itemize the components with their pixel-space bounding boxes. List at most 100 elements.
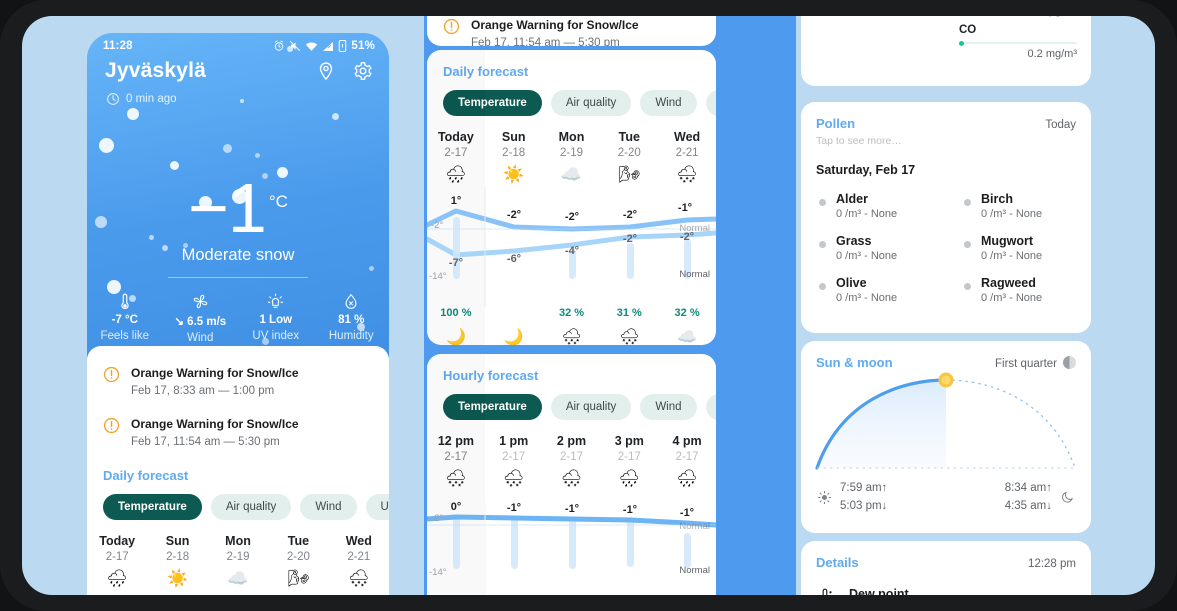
- metric-label: Humidity: [328, 330, 374, 342]
- hour-column[interactable]: 1 pm 2-17: [485, 434, 543, 463]
- pollen-item: Grass 0 /m³ - None: [801, 227, 946, 269]
- dew-point-icon: [822, 588, 832, 595]
- tab-temperature[interactable]: Temperature: [103, 494, 202, 520]
- day-column[interactable]: Wed 2-21: [329, 534, 389, 563]
- warning-item[interactable]: Orange Warning for Snow/Ice Feb 17, 8:33…: [87, 360, 389, 411]
- day-date: 2-20: [617, 147, 641, 159]
- day-column[interactable]: Tue 2-20: [268, 534, 328, 563]
- weather-home-screen: 11:28 51% Jyväskylä 0 min ago −1 °C Mode…: [87, 33, 389, 595]
- temperature-unit: °C: [268, 192, 288, 211]
- sunset-time: 5:03 pm↓: [840, 499, 888, 512]
- pollen-item: Olive 0 /m³ - None: [801, 269, 946, 311]
- daily-low-value: -4°: [564, 245, 580, 257]
- pollen-grid: Alder 0 /m³ - None Birch 0 /m³ - None Gras…: [801, 177, 1091, 311]
- tab-uv-index[interactable]: UV index: [705, 90, 716, 116]
- pollen-range: Today: [1045, 119, 1076, 131]
- warning-title: Orange Warning for Snow/Ice: [131, 366, 299, 380]
- gear-icon[interactable]: [353, 61, 373, 81]
- day-name: Mon: [225, 534, 251, 548]
- clock-icon: [107, 93, 119, 105]
- pollutant-value: 0.7 µg/m³: [959, 16, 1077, 17]
- pollen-level-dot: [819, 241, 826, 248]
- sunrise-time: 7:59 am↑: [840, 482, 888, 494]
- tab-wind[interactable]: Wind: [640, 90, 697, 116]
- daily-high-value: -2°: [564, 211, 580, 223]
- cloudy-icon: ☁️: [227, 569, 249, 588]
- day-column[interactable]: Mon 2-19: [543, 130, 601, 159]
- hour-column[interactable]: 2 pm 2-17: [543, 434, 601, 463]
- tab-uv-index[interactable]: UV index: [365, 494, 389, 520]
- metric-value: -7 °C: [111, 314, 138, 326]
- daily-weather-icons: 🌧 ☀️ ☁️ 🌬 🌨: [87, 563, 389, 589]
- day-column[interactable]: Sun 2-18: [485, 130, 543, 159]
- hour-date: 2-17: [617, 451, 641, 463]
- pollen-name: Alder: [836, 192, 868, 206]
- metric-label: Wind: [187, 332, 214, 344]
- screen: 11:28 51% Jyväskylä 0 min ago −1 °C Mode…: [22, 16, 1155, 595]
- signal-icon: [323, 41, 334, 51]
- daily-high-value: -2°: [506, 209, 522, 221]
- axis-top-label: -2°: [431, 220, 444, 231]
- day-name: Sun: [165, 534, 190, 548]
- warning-title: Orange Warning for Snow/Ice: [471, 18, 639, 32]
- tab-wind[interactable]: Wind: [300, 494, 357, 520]
- warning-card: Orange Warning for Snow/Ice Feb 17, 11:5…: [427, 16, 716, 46]
- tab-air-quality[interactable]: Air quality: [210, 494, 292, 520]
- pollen-level-dot: [819, 283, 826, 290]
- sun-moon-times: 7:59 am↑ 5:03 pm↓ 8:34 am↑ 4:35 am↓: [801, 480, 1091, 516]
- day-column[interactable]: Today 2-17: [87, 534, 147, 563]
- snow-icon: 🌨: [502, 469, 525, 488]
- air-quality-card[interactable]: Fair 🟡 🟠 µg SO₂ 0.7 µg/m³ CO 0.2: [801, 16, 1091, 86]
- details-card[interactable]: Details 12:28 pm Dew point -3 °C: [801, 541, 1091, 595]
- hour-name: 2 pm: [556, 434, 587, 448]
- day-column[interactable]: Tue 2-20: [600, 130, 658, 159]
- daily-temperature-chart: -2° -14° Normal Normal 1° -2° -2° -2° -1…: [427, 187, 716, 307]
- wind-speed: 6.5 m/s: [187, 316, 227, 328]
- day-column[interactable]: Sun 2-18: [147, 534, 207, 563]
- moonrise-time: 8:34 am↑: [1004, 482, 1052, 494]
- windy-icon: 🌬: [618, 165, 641, 184]
- metric-uv-index: 1 Low UV index: [238, 291, 314, 344]
- warning-item[interactable]: Orange Warning for Snow/Ice Feb 17, 11:5…: [87, 411, 389, 462]
- detail-name: Dew point: [849, 587, 909, 595]
- tab-uv-index[interactable]: UV index: [705, 394, 716, 420]
- warning-item[interactable]: Orange Warning for Snow/Ice Feb 17, 11:5…: [427, 16, 716, 46]
- pollen-date: Saturday, Feb 17: [816, 163, 916, 177]
- pollutant-list: µg SO₂ 0.7 µg/m³ CO 0.2 mg/m³: [959, 16, 1077, 60]
- location-pin-icon[interactable]: [316, 61, 336, 82]
- tab-air-quality[interactable]: Air quality: [550, 90, 632, 116]
- metric-value: 1 Low: [259, 314, 293, 326]
- current-temperature: −1: [188, 169, 267, 247]
- snow-icon: 🌨: [560, 469, 583, 488]
- day-name: Tue: [618, 130, 640, 144]
- metric-feels-like: -7 °C Feels like: [87, 291, 163, 344]
- hour-column[interactable]: 3 pm 2-17: [600, 434, 658, 463]
- tab-wind[interactable]: Wind: [640, 394, 697, 420]
- hourly-temperature-chart: -2° -14° Normal Normal 0° -1° -1° -1° -1…: [427, 501, 716, 595]
- warning-time: Feb 17, 11:54 am — 5:30 pm: [131, 436, 280, 448]
- sun-moon-title: Sun & moon: [816, 355, 893, 370]
- hourly-chart-svg: [427, 503, 716, 595]
- pollen-level-dot: [964, 283, 971, 290]
- wifi-icon: [306, 41, 318, 51]
- warning-icon: [443, 18, 460, 35]
- alarm-icon: [275, 40, 284, 51]
- sun-moon-card[interactable]: Sun & moon First quarter 7:59 am↑ 5:03 p…: [801, 341, 1091, 533]
- hour-column[interactable]: 4 pm 2-17: [658, 434, 716, 463]
- pollen-card[interactable]: Pollen Today Tap to see more… Saturday, …: [801, 102, 1091, 333]
- hourly-temp-value: -1°: [506, 502, 522, 514]
- daily-low-value: -2°: [679, 231, 695, 243]
- metric-humidity: 81 % Humidity: [314, 291, 390, 344]
- sun-path-svg: [815, 372, 1076, 470]
- day-column[interactable]: Mon 2-19: [208, 534, 268, 563]
- pollutant-bar: [959, 40, 1077, 46]
- day-column[interactable]: Wed 2-21: [658, 130, 716, 159]
- daily-high-value: -2°: [622, 209, 638, 221]
- tab-air-quality[interactable]: Air quality: [550, 394, 632, 420]
- details-time: 12:28 pm: [1028, 558, 1076, 570]
- pollutant-row: CO 0.2 mg/m³: [959, 24, 1077, 60]
- metric-value: ↘ 6.5 m/s: [163, 314, 239, 328]
- mute-icon: [290, 41, 301, 51]
- refresh-status[interactable]: 0 min ago: [87, 83, 389, 106]
- axis-top-label: -2°: [431, 513, 444, 524]
